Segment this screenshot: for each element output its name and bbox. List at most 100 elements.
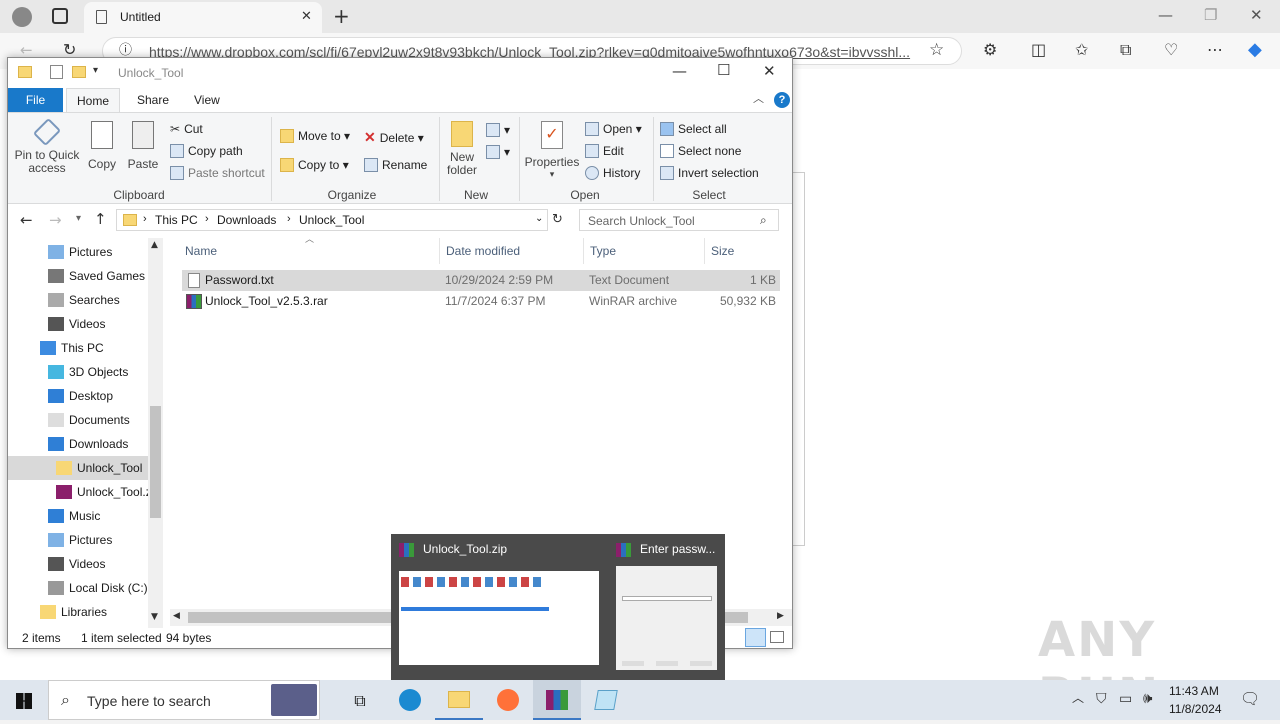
navigation-scrollbar[interactable]: ▲ ▼ (148, 238, 163, 628)
address-path[interactable]: › This PC › Downloads › Unlock_Tool ⌄ (116, 209, 548, 231)
column-size[interactable]: Size (711, 244, 734, 258)
refresh-path-icon[interactable]: ↻ (552, 213, 563, 226)
tree-item[interactable]: Pictures (8, 528, 148, 552)
column-name[interactable]: Name (185, 244, 217, 258)
open-button[interactable]: Open ▾ (585, 122, 642, 136)
large-icons-view-icon[interactable] (770, 631, 784, 643)
cut-button[interactable]: ✂ Cut (170, 122, 203, 136)
breadcrumb-downloads[interactable]: Downloads (217, 213, 276, 227)
scroll-left-icon[interactable]: ◀ (173, 612, 180, 621)
up-arrow-icon[interactable]: ↑ (94, 212, 107, 227)
file-row[interactable]: Unlock_Tool_v2.5.3.rar 11/7/2024 6:37 PM… (182, 291, 780, 312)
split-screen-icon[interactable]: ◫ (1031, 42, 1046, 58)
tree-item[interactable]: Downloads (8, 432, 148, 456)
select-all-button[interactable]: Select all (660, 122, 727, 136)
recent-locations-icon[interactable]: ▾ (76, 214, 81, 224)
column-date-modified[interactable]: Date modified (446, 244, 520, 258)
tree-item[interactable]: Unlock_Tool (8, 456, 148, 480)
more-menu-icon[interactable]: ⋯ (1207, 42, 1223, 58)
properties-quick-icon[interactable] (50, 65, 63, 79)
copy-to-button[interactable]: Copy to ▾ (280, 158, 349, 172)
winrar-window-thumbnail[interactable] (399, 571, 599, 665)
search-input[interactable]: Search Unlock_Tool (579, 209, 779, 231)
refresh-icon[interactable]: ↻ (63, 42, 76, 58)
path-dropdown-icon[interactable]: ⌄ (535, 213, 543, 224)
new-tab-icon[interactable]: + (333, 6, 350, 26)
tree-item[interactable]: Searches (8, 288, 148, 312)
browser-tab[interactable]: Untitled ✕ (84, 2, 322, 33)
tree-item[interactable]: This PC (8, 336, 148, 360)
explorer-maximize-icon[interactable]: ☐ (717, 63, 730, 78)
show-hidden-icons-icon[interactable]: ︿ (1072, 692, 1084, 704)
forward-arrow-icon[interactable]: → (49, 213, 62, 228)
network-icon[interactable]: ▭ (1119, 692, 1132, 706)
paste-shortcut-button[interactable]: Paste shortcut (170, 166, 265, 180)
clock-date[interactable]: 11/8/2024 (1169, 702, 1222, 716)
new-folder-quick-icon[interactable] (72, 66, 86, 78)
collapse-ribbon-icon[interactable]: ︿ (753, 93, 764, 104)
tree-item[interactable]: Videos (8, 312, 148, 336)
column-type[interactable]: Type (590, 244, 616, 258)
invert-selection-button[interactable]: Invert selection (660, 166, 759, 180)
tab-file[interactable]: File (8, 88, 63, 112)
paste-button[interactable]: Paste (126, 121, 160, 171)
copy-path-button[interactable]: Copy path (170, 144, 243, 158)
pin-quick-access-button[interactable]: Pin to Quick access (14, 117, 80, 175)
tree-item[interactable]: Saved Games (8, 264, 148, 288)
extensions-icon[interactable]: ⚙ (983, 42, 997, 58)
tree-item[interactable]: Libraries (8, 600, 148, 624)
close-tab-icon[interactable]: ✕ (301, 10, 312, 23)
tree-item[interactable]: Pictures (8, 240, 148, 264)
file-row[interactable]: Password.txt 10/29/2024 2:59 PM Text Doc… (182, 270, 780, 291)
new-item-button[interactable]: ▾ (486, 123, 510, 137)
favorites-icon[interactable]: ✩ (1075, 42, 1088, 58)
restore-icon[interactable]: ❐ (1204, 8, 1217, 23)
select-none-button[interactable]: Select none (660, 144, 741, 158)
winrar-taskbar-button[interactable] (533, 680, 581, 720)
profile-icon[interactable] (12, 7, 32, 27)
move-to-button[interactable]: Move to ▾ (280, 129, 350, 143)
start-button[interactable] (0, 680, 48, 720)
scroll-down-icon[interactable]: ▼ (151, 613, 158, 622)
breadcrumb-this-pc[interactable]: This PC (155, 213, 198, 227)
tab-share[interactable]: Share (127, 88, 179, 112)
tree-item[interactable]: Music (8, 504, 148, 528)
browser-essentials-icon[interactable]: ♡ (1164, 42, 1178, 58)
explorer-minimize-icon[interactable]: — (672, 64, 687, 79)
rename-button[interactable]: Rename (364, 158, 427, 172)
tab-home[interactable]: Home (66, 88, 121, 112)
breadcrumb-unlock-tool[interactable]: Unlock_Tool (299, 213, 364, 227)
tree-item[interactable]: 3D Objects (8, 360, 148, 384)
back-icon[interactable]: ← (20, 43, 33, 58)
minimize-icon[interactable]: — (1158, 8, 1173, 23)
properties-button[interactable]: ✓ Properties ▾ (524, 121, 580, 180)
new-folder-button[interactable]: New folder (442, 121, 482, 177)
explorer-close-icon[interactable]: ✕ (763, 64, 776, 79)
customize-toolbar-icon[interactable]: ▾ (93, 66, 98, 76)
scroll-thumb[interactable] (150, 406, 161, 518)
tree-item[interactable]: Local Disk (C:) (8, 576, 148, 600)
tree-item[interactable]: Documents (8, 408, 148, 432)
tab-actions-icon[interactable] (52, 8, 68, 24)
close-window-icon[interactable]: ✕ (1250, 8, 1263, 23)
back-arrow-icon[interactable]: ← (20, 213, 33, 228)
edge-taskbar-button[interactable] (386, 680, 434, 720)
thumbnail-title[interactable]: Enter passw... (640, 542, 715, 556)
help-icon[interactable]: ? (774, 92, 790, 108)
file-explorer-taskbar-button[interactable] (435, 680, 483, 720)
favorite-star-icon[interactable]: ☆ (929, 42, 944, 59)
tree-item[interactable]: Videos (8, 552, 148, 576)
edit-button[interactable]: Edit (585, 144, 624, 158)
defender-icon[interactable]: ⛉ (1096, 692, 1107, 706)
easy-access-button[interactable]: ▾ (486, 145, 510, 159)
thumbnail-title[interactable]: Unlock_Tool.zip (423, 542, 507, 556)
history-button[interactable]: History (585, 166, 640, 180)
task-view-button[interactable]: ⧉ (336, 680, 384, 720)
tab-view[interactable]: View (184, 88, 230, 112)
tree-item[interactable]: Unlock_Tool.z (8, 480, 152, 504)
scroll-up-icon[interactable]: ▲ (151, 241, 158, 250)
details-view-icon[interactable] (745, 628, 766, 647)
tree-item[interactable]: Desktop (8, 384, 148, 408)
notifications-icon[interactable]: 🗨 (1240, 691, 1260, 707)
volume-icon[interactable]: 🕪 (1143, 691, 1152, 706)
